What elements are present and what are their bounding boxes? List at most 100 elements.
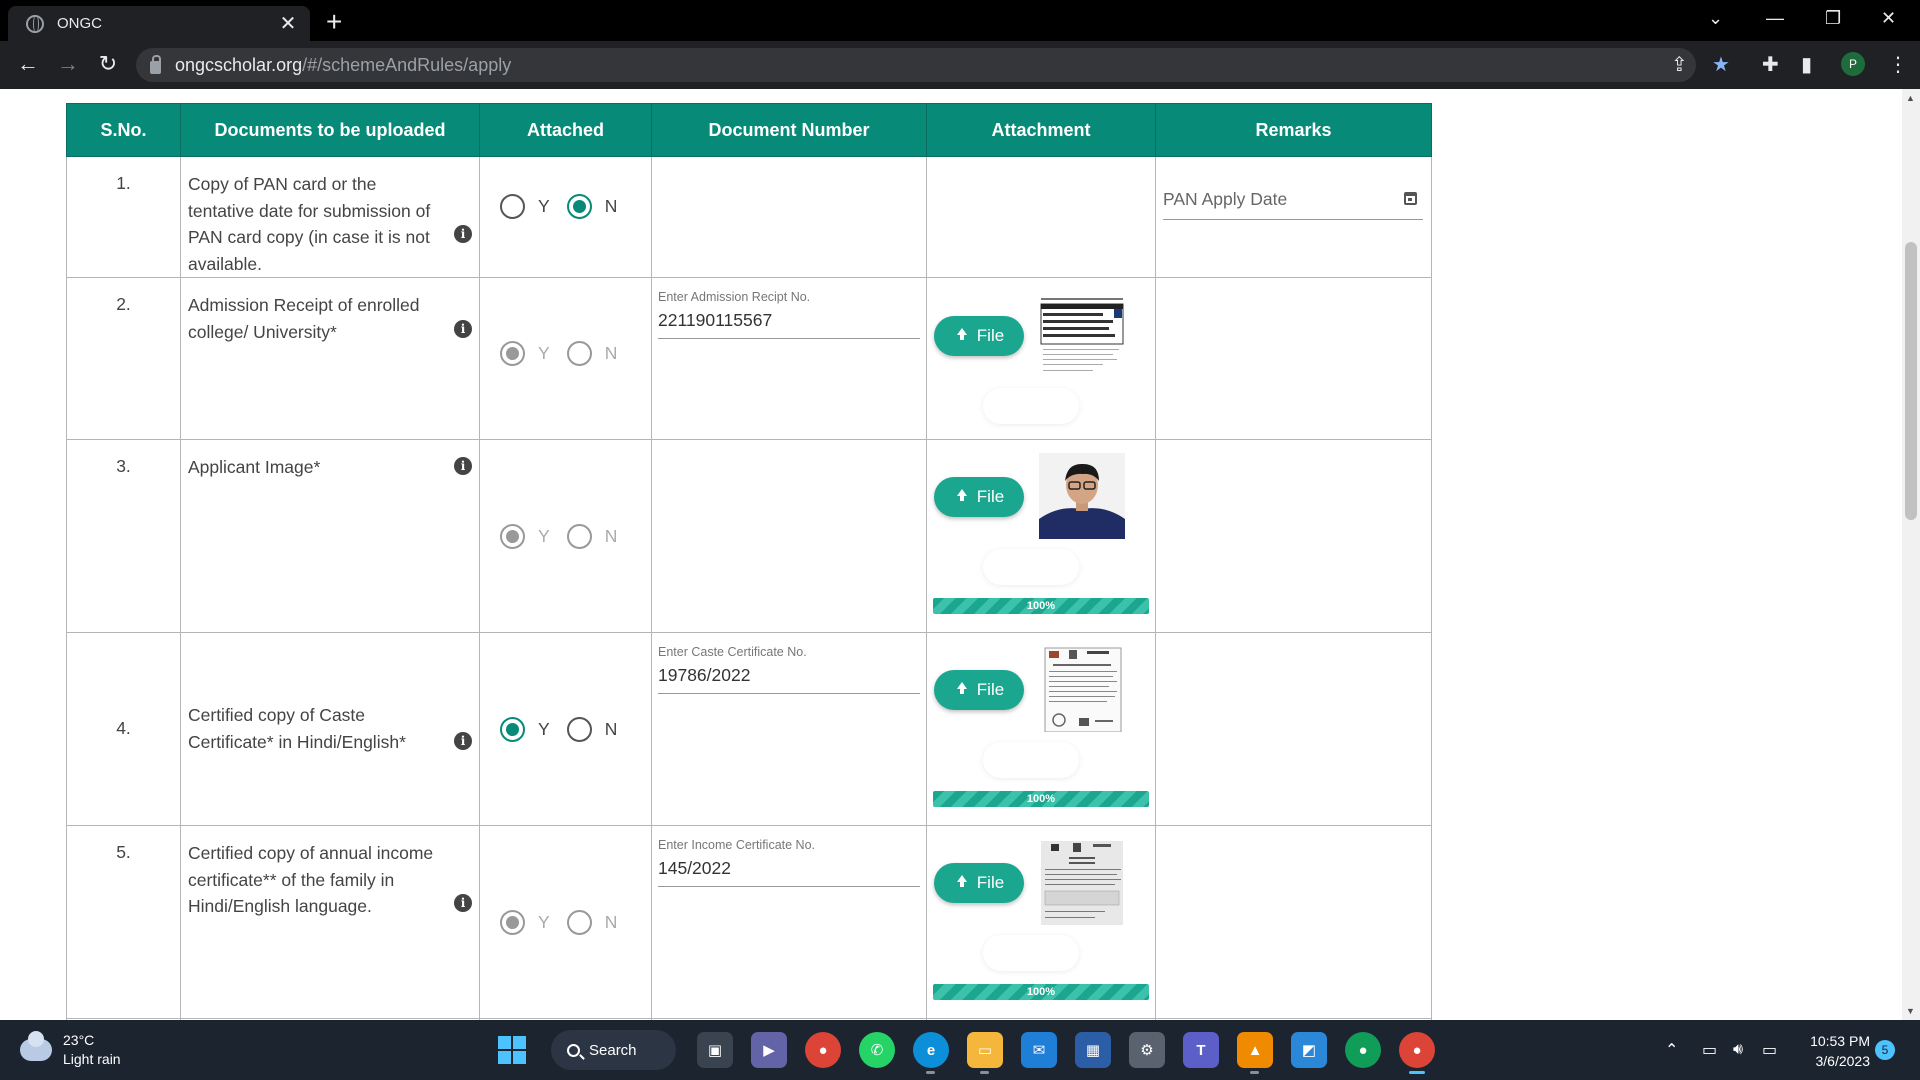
upload-action-button[interactable] (983, 935, 1079, 971)
tab-search-chevron-icon[interactable]: ⌄ (1708, 8, 1723, 29)
row-remarks (1155, 439, 1432, 633)
file-upload-button[interactable]: File (934, 477, 1024, 517)
tray-chevron-icon[interactable]: ⌃ (1665, 1020, 1678, 1080)
minimize-button[interactable]: — (1766, 8, 1784, 29)
row-document-number: Enter Caste Certificate No. 19786/2022 (651, 632, 927, 826)
clock-time: 10:53 PM (1810, 1033, 1870, 1049)
info-icon[interactable]: i (454, 320, 472, 338)
info-icon[interactable]: i (454, 732, 472, 750)
clock-date: 3/6/2023 (1815, 1053, 1871, 1069)
radio-yes[interactable] (500, 717, 525, 742)
share-icon[interactable]: ⇪ (1671, 54, 1688, 76)
teams-icon[interactable]: T (1183, 1032, 1219, 1068)
header-attached: Attached (479, 103, 652, 157)
radio-yes[interactable] (500, 341, 525, 366)
upload-icon (954, 328, 970, 344)
file-upload-button[interactable]: File (934, 316, 1024, 356)
file-upload-button[interactable]: File (934, 670, 1024, 710)
page-scrollbar[interactable]: ▲ ▼ (1902, 89, 1920, 1020)
extensions-icon[interactable]: ✚ (1762, 54, 1779, 76)
applicant-photo[interactable] (1039, 453, 1125, 539)
close-tab-icon[interactable]: ✕ (278, 14, 298, 34)
table-row: 5. Certified copy of annual income certi… (66, 825, 1432, 1019)
mail-icon[interactable]: ✉ (1021, 1032, 1057, 1068)
row-document-name: Certified copy of annual income certific… (180, 825, 480, 1019)
admission-receipt-no-field[interactable]: Enter Admission Recipt No. 221190115567 (658, 290, 920, 339)
tab-title: ONGC (57, 15, 102, 32)
vlc-icon[interactable]: ▲ (1237, 1032, 1273, 1074)
radio-yes[interactable] (500, 194, 525, 219)
file-upload-button[interactable]: File (934, 863, 1024, 903)
close-window-button[interactable]: ✕ (1881, 8, 1896, 29)
taskbar-search[interactable]: Search (551, 1030, 676, 1070)
upload-action-button[interactable] (983, 742, 1079, 778)
radio-no[interactable] (566, 524, 592, 549)
weather-widget[interactable]: 23°C Light rain (20, 1031, 121, 1069)
scroll-down-arrow-icon[interactable]: ▼ (1906, 1006, 1915, 1016)
document-thumbnail[interactable] (1039, 646, 1125, 732)
info-icon[interactable]: i (454, 225, 472, 243)
scroll-up-arrow-icon[interactable]: ▲ (1906, 93, 1915, 103)
row-sno: 2. (66, 277, 181, 440)
row-attached: Y N (479, 277, 652, 440)
row-attachment: File (926, 632, 1156, 826)
row-attached: Y N (479, 632, 652, 826)
document-thumbnail[interactable] (1039, 839, 1125, 925)
row-remarks: PAN Apply Date (1155, 156, 1432, 278)
task-view-icon[interactable]: ▣ (697, 1032, 733, 1068)
settings-gear-icon[interactable]: ⚙ (1129, 1032, 1165, 1068)
browser-tab[interactable]: ONGC ✕ (8, 6, 310, 41)
chrome-icon[interactable]: ● (805, 1032, 841, 1068)
start-button[interactable] (494, 1032, 530, 1068)
chrome-profile-icon[interactable]: ● (1345, 1032, 1381, 1068)
system-clock[interactable]: 10:53 PM 3/6/2023 (1800, 1031, 1870, 1071)
notification-badge[interactable]: 5 (1875, 1040, 1895, 1060)
volume-icon[interactable]: 🔊︎ (1733, 1020, 1743, 1080)
row-document-name: Applicant Image* i (180, 439, 480, 633)
microsoft-store-icon[interactable]: ▦ (1075, 1032, 1111, 1068)
display-icon[interactable]: ▭ (1702, 1020, 1717, 1080)
photos-icon[interactable]: ◩ (1291, 1032, 1327, 1068)
file-explorer-icon[interactable]: ▭ (967, 1032, 1003, 1074)
edge-icon[interactable]: e (913, 1032, 949, 1074)
scrollbar-thumb[interactable] (1905, 242, 1917, 520)
profile-avatar[interactable]: P (1841, 52, 1865, 76)
battery-icon[interactable]: ▭ (1762, 1020, 1777, 1080)
bookmark-star-icon[interactable]: ★ (1712, 54, 1730, 76)
row-remarks (1155, 277, 1432, 440)
whatsapp-icon[interactable]: ✆ (859, 1032, 895, 1068)
back-button[interactable]: ← (14, 51, 42, 77)
row-sno: 5. (66, 825, 181, 1019)
pan-apply-date-field[interactable]: PAN Apply Date (1163, 189, 1423, 220)
row-sno: 1. (66, 156, 181, 278)
info-icon[interactable]: i (454, 894, 472, 912)
row-attached: Y N (479, 156, 652, 278)
chrome-active-icon[interactable]: ● (1399, 1032, 1435, 1074)
row-attachment (926, 156, 1156, 278)
info-icon[interactable]: i (454, 457, 472, 475)
radio-yes[interactable] (500, 910, 525, 935)
new-tab-button[interactable]: + (326, 8, 342, 36)
calendar-icon[interactable] (1404, 192, 1417, 205)
teams-chat-icon[interactable]: ▶ (751, 1032, 787, 1068)
income-certificate-no-field[interactable]: Enter Income Certificate No. 145/2022 (658, 838, 920, 887)
radio-no[interactable] (566, 341, 592, 366)
document-thumbnail[interactable] (1039, 294, 1125, 380)
restore-button[interactable]: ❐ (1825, 8, 1841, 29)
weather-temperature: 23°C (63, 1032, 95, 1048)
reload-button[interactable]: ↻ (94, 51, 122, 77)
side-panel-icon[interactable]: ▮ (1801, 54, 1812, 76)
forward-button[interactable]: → (54, 51, 82, 77)
lock-icon[interactable] (150, 54, 161, 74)
menu-kebab-icon[interactable]: ⋮ (1888, 54, 1908, 76)
radio-no[interactable] (566, 717, 592, 742)
radio-no[interactable] (566, 910, 592, 935)
caste-certificate-no-field[interactable]: Enter Caste Certificate No. 19786/2022 (658, 645, 920, 694)
row-attachment: File (926, 825, 1156, 1019)
radio-no[interactable] (566, 194, 592, 219)
radio-yes[interactable] (500, 524, 525, 549)
table-header-row: S.No. Documents to be uploaded Attached … (66, 103, 1432, 157)
upload-action-button[interactable] (983, 388, 1079, 424)
address-bar[interactable]: ongcscholar.org/#/schemeAndRules/apply (136, 48, 1696, 82)
upload-action-button[interactable] (983, 549, 1079, 585)
